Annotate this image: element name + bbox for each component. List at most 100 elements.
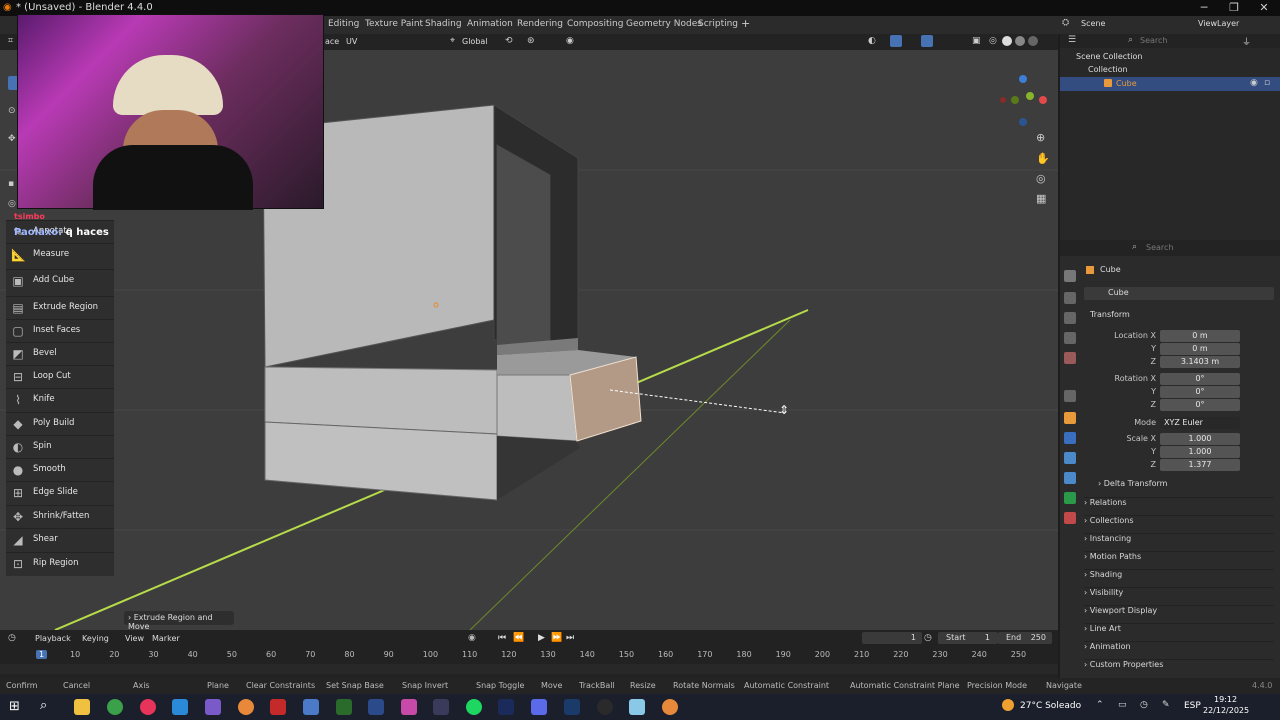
keying-menu[interactable]: Keying (82, 634, 109, 643)
editor-type-icon[interactable]: ☰ (1068, 35, 1076, 45)
tray-icon[interactable]: ▭ (1118, 700, 1127, 710)
visibility-panel[interactable]: › Visibility (1084, 587, 1274, 603)
tool-knife[interactable]: ⌇ Knife (6, 388, 114, 410)
chrome-icon[interactable] (107, 699, 123, 715)
frame-ruler[interactable]: 1 10 20 30 40 50 60 70 80 90 100 110 120 130 140 150 160… (0, 648, 1058, 662)
record-icon[interactable]: ◉ (468, 633, 476, 643)
physics-tab-icon[interactable] (1064, 472, 1076, 484)
gizmo-neg-x[interactable] (1000, 97, 1006, 103)
material-shading-icon[interactable] (1015, 36, 1025, 46)
object-tab-icon[interactable] (1064, 412, 1076, 424)
app-icon[interactable] (433, 699, 449, 715)
clock-date[interactable]: 22/12/2025 (1203, 706, 1249, 715)
scale-icon[interactable]: ▪ (8, 179, 14, 189)
blender-active-icon[interactable] (662, 699, 678, 715)
collection-row[interactable]: Collection (1088, 65, 1128, 74)
painter-icon[interactable] (336, 699, 352, 715)
wireframe-shading-icon[interactable]: ◎ (989, 36, 997, 46)
cube-row[interactable]: Cube ◉ ▫ (1060, 77, 1280, 91)
search-icon[interactable]: ⌕ (40, 698, 47, 713)
app-icon[interactable] (205, 699, 221, 715)
gizmo-z-axis[interactable] (1019, 75, 1027, 83)
properties-search[interactable]: Search (1146, 243, 1173, 252)
add-workspace-button[interactable]: + (736, 16, 755, 31)
maximize-button[interactable]: ❐ (1219, 0, 1249, 16)
viewport-display-panel[interactable]: › Viewport Display (1084, 605, 1274, 621)
play-icon[interactable]: ▶ (538, 633, 545, 643)
tray-icon[interactable]: ◷ (1140, 700, 1148, 710)
pen-icon[interactable]: ✎ (1162, 700, 1170, 710)
playback-menu[interactable]: Playback (35, 634, 71, 643)
marker-menu[interactable]: Marker (152, 634, 180, 643)
perspective-grid-icon[interactable]: ▦ (1036, 192, 1046, 205)
animation-panel[interactable]: › Animation (1084, 641, 1274, 657)
scale-y-field[interactable]: 1.000 (1160, 446, 1240, 458)
snap-icon[interactable]: ⊛ (527, 36, 535, 46)
app-icon[interactable] (303, 699, 319, 715)
orientation-dropdown[interactable]: Global (462, 37, 488, 46)
transform-icon[interactable]: ◎ (8, 199, 16, 209)
face-menu[interactable]: ace (325, 37, 339, 46)
tab-shading[interactable]: Shading (420, 18, 467, 30)
clock-time[interactable]: 19:12 (1214, 695, 1237, 704)
filter-icon[interactable]: ⏚ (1242, 35, 1251, 48)
uv-menu[interactable]: UV (346, 37, 357, 46)
motion-paths-panel[interactable]: › Motion Paths (1084, 551, 1274, 567)
location-x-field[interactable]: 0 m (1160, 330, 1240, 342)
obs-icon[interactable] (597, 699, 613, 715)
tool-tab-icon[interactable] (1064, 270, 1076, 282)
rotation-z-field[interactable]: 0° (1160, 399, 1240, 411)
gizmo-x-axis[interactable] (1039, 96, 1047, 104)
edge-icon[interactable] (172, 699, 188, 715)
steam-icon[interactable] (564, 699, 580, 715)
prev-keyframe-icon[interactable]: ⏪ (513, 633, 524, 643)
minimize-button[interactable]: ─ (1189, 0, 1219, 16)
modifier-tab-icon[interactable] (1064, 432, 1076, 444)
transform-panel-header[interactable]: Transform (1090, 310, 1130, 319)
line-art-panel[interactable]: › Line Art (1084, 623, 1274, 639)
rotation-y-field[interactable]: 0° (1160, 386, 1240, 398)
outliner-search[interactable]: Search (1140, 36, 1167, 45)
close-button[interactable]: ✕ (1249, 0, 1279, 16)
object-name-field[interactable]: Cube (1084, 287, 1274, 300)
tab-compositing[interactable]: Compositing (562, 18, 628, 30)
language-indicator[interactable]: ESP (1184, 701, 1201, 711)
particles-tab-icon[interactable] (1064, 452, 1076, 464)
relations-panel[interactable]: › Relations (1084, 497, 1274, 513)
gizmo-neg-z[interactable] (1019, 118, 1027, 126)
visibility-icon[interactable]: ◐ (868, 36, 876, 46)
tool-shear[interactable]: ◢ Shear (6, 528, 114, 550)
current-frame-marker[interactable]: 1 (36, 650, 48, 659)
discord-icon[interactable] (531, 699, 547, 715)
tool-loop-cut[interactable]: ⊟ Loop Cut (6, 365, 114, 387)
view-layer-tab-icon[interactable] (1064, 332, 1076, 344)
world-tab-icon[interactable] (1064, 390, 1076, 402)
tab-texture-paint[interactable]: Texture Paint (360, 18, 428, 30)
tool-inset-faces[interactable]: ▢ Inset Faces (6, 319, 114, 341)
material-tab-icon[interactable] (1064, 512, 1076, 524)
select-icon[interactable]: ⌗ (8, 36, 13, 46)
blender-taskbar-icon[interactable] (238, 699, 254, 715)
tab-rendering[interactable]: Rendering (512, 18, 568, 30)
rotation-mode-dropdown[interactable]: XYZ Euler (1160, 417, 1240, 429)
zoom-icon[interactable]: ⊕ (1036, 131, 1045, 144)
tool-measure[interactable]: 📐 Measure (6, 243, 114, 265)
view-layer-selector[interactable]: ViewLayer (1198, 19, 1239, 28)
tool-shrink-fatten[interactable]: ✥ Shrink/Fatten (6, 505, 114, 527)
cursor-icon[interactable]: ⊙ (8, 106, 16, 116)
gizmo-toggle-icon[interactable] (890, 35, 902, 47)
data-tab-icon[interactable] (1064, 492, 1076, 504)
after-effects-icon[interactable] (498, 699, 514, 715)
eye-icon[interactable]: ◉ (1250, 78, 1258, 88)
opera-icon[interactable] (140, 699, 156, 715)
app-icon[interactable] (270, 699, 286, 715)
end-frame-field[interactable]: End 250 (998, 632, 1052, 644)
tab-editing[interactable]: Editing (323, 18, 364, 30)
view-menu[interactable]: View (125, 634, 144, 643)
rotation-x-field[interactable]: 0° (1160, 373, 1240, 385)
jump-start-icon[interactable]: ⏮ (498, 633, 506, 643)
app-icon[interactable] (401, 699, 417, 715)
collections-panel[interactable]: › Collections (1084, 515, 1274, 531)
output-tab-icon[interactable] (1064, 312, 1076, 324)
spotify-icon[interactable] (466, 699, 482, 715)
